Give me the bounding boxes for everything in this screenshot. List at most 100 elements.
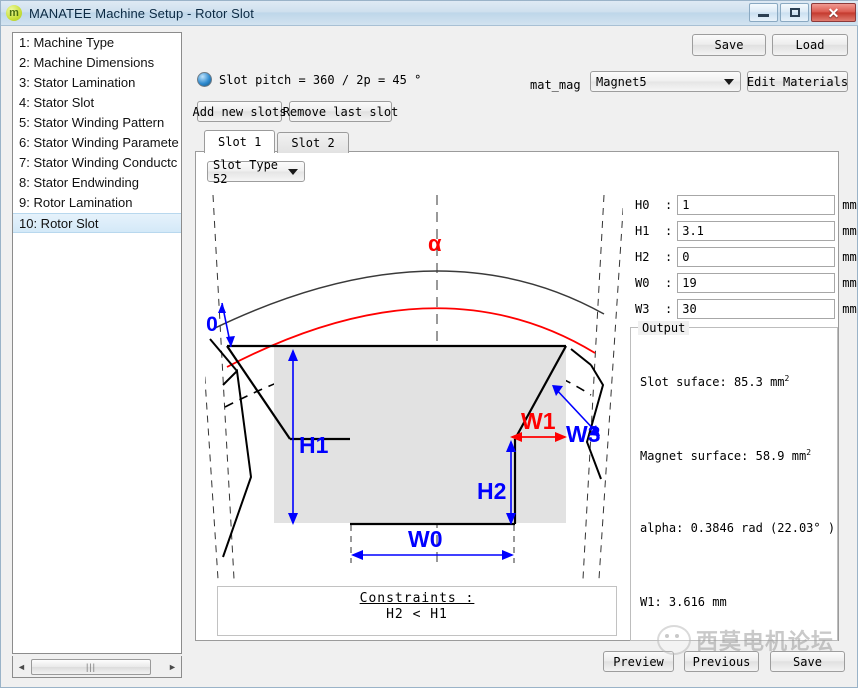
outer-bore-arc [212,270,605,330]
slot-pitch-row: Slot pitch = 360 / 2p = 45 ° [197,72,421,87]
field-w3-label: W3 [635,302,650,316]
field-h2: H2 : 0 mm [635,247,857,267]
field-w0-label: W0 [635,276,650,290]
dimension-w0: W0 [350,525,515,563]
app-icon: m [6,5,22,21]
slot-type-dropdown[interactable]: Slot Type 52 [207,158,305,186]
maximize-icon [789,8,800,17]
sidebar-item-machine-dimensions[interactable]: 2: Machine Dimensions [13,53,181,73]
scrollbar-thumb[interactable]: ||| [31,658,151,675]
title-bar: m MANATEE Machine Setup - Rotor Slot ✕ [1,1,858,26]
constraints-title: Constraints : [359,591,475,606]
sidebar-item-machine-type[interactable]: 1: Machine Type [13,33,181,53]
info-icon[interactable] [197,72,212,87]
output-magnet-surface-unit: mm [791,449,807,463]
field-w3-colon: : [665,302,673,316]
edit-materials-button[interactable]: Edit Materials [747,71,848,92]
scrollbar-track[interactable]: ||| [31,658,163,676]
adjacent-tooth-right [570,348,605,480]
close-icon: ✕ [827,4,840,21]
field-h0-unit: mm [842,198,857,212]
sidebar-item-stator-winding-parameters[interactable]: 6: Stator Winding Paramete [13,133,181,153]
sidebar-item-stator-slot[interactable]: 4: Stator Slot [13,93,181,113]
field-h0-label: H0 [635,198,650,212]
navigation-list[interactable]: 1: Machine Type 2: Machine Dimensions 3:… [12,32,182,654]
dimension-label-h2: H2 [477,478,506,504]
field-h1-input[interactable]: 3.1 [677,221,836,241]
constraints-box: Constraints : H2 < H1 [217,586,617,636]
sidebar-horizontal-scrollbar[interactable]: ◄ ||| ► [12,656,182,678]
output-magnet-surface-label: Magnet surface: [640,449,749,463]
output-slot-surface-value: 85.3 [733,375,763,389]
output-groupbox-title: Output [638,321,690,335]
output-magnet-surface: Magnet surface: 58.9 mm2 [640,448,811,463]
sidebar-item-rotor-lamination[interactable]: 9: Rotor Lamination [13,193,181,213]
output-magnet-surface-exponent: 2 [806,448,812,457]
sidebar-item-stator-endwinding[interactable]: 8: Stator Endwinding [13,173,181,193]
field-h0-input[interactable]: 1 [677,195,836,215]
add-new-slots-button[interactable]: Add new slots [193,101,286,122]
chevron-down-icon [724,78,734,85]
field-h1-unit: mm [842,224,857,238]
mat-mag-label: mat_mag : [530,78,596,92]
maximize-button[interactable] [780,3,809,22]
preview-button[interactable]: Preview [603,651,674,672]
mat-mag-dropdown[interactable]: Magnet5 [590,71,741,92]
scroll-left-arrow-icon[interactable]: ◄ [13,658,30,676]
output-slot-surface-label: Slot suface: [640,375,727,389]
minimize-icon [758,14,769,17]
tab-slot-1[interactable]: Slot 1 [204,130,276,153]
save-button-bottom[interactable]: Save [770,651,845,672]
sidebar-item-stator-lamination[interactable]: 3: Stator Lamination [13,73,181,93]
slot-type-value: Slot Type 52 [213,157,279,186]
output-alpha: alpha: 0.3846 rad (22.03° ) [640,521,836,535]
chevron-down-icon [288,168,298,175]
dimension-label-w0: W0 [408,526,443,552]
field-w0: W0 : 19 mm [635,273,857,293]
field-w0-unit: mm [842,276,857,290]
slot-pitch-text: Slot pitch = 360 / 2p = 45 ° [219,72,422,87]
field-h1-colon: : [665,224,673,238]
dimension-label-h1: H1 [299,432,329,458]
constraints-body: H2 < H1 [386,607,448,622]
sidebar-item-stator-winding-conductor[interactable]: 7: Stator Winding Conductc [13,153,181,173]
output-slot-surface-exponent: 2 [784,374,790,383]
dimension-label-alpha: α [428,231,442,256]
field-w3-unit: mm [842,302,857,316]
mat-mag-value: Magnet5 [596,74,647,89]
sidebar-item-rotor-slot[interactable]: 10: Rotor Slot [13,213,181,233]
field-h1: H1 : 3.1 mm [635,221,857,241]
output-slot-surface: Slot suface: 85.3 mm2 [640,374,789,389]
window-title: MANATEE Machine Setup - Rotor Slot [29,5,254,21]
dimension-label-h0: H0 [205,313,218,336]
tab-slot-2[interactable]: Slot 2 [277,132,349,153]
field-h0-colon: : [665,198,673,212]
remove-last-slot-button[interactable]: Remove last slot [283,101,398,122]
sidebar-item-stator-winding-pattern[interactable]: 5: Stator Winding Pattern [13,113,181,133]
field-w3-input[interactable]: 30 [677,299,836,319]
scroll-right-arrow-icon[interactable]: ► [164,658,181,676]
field-h2-input[interactable]: 0 [677,247,836,267]
dimension-label-w1: W1 [521,408,556,434]
slot-tabs: Slot 1 Slot 2 [204,130,349,153]
machine-setup-window: m MANATEE Machine Setup - Rotor Slot ✕ 1… [0,0,858,688]
field-w0-colon: : [665,276,673,290]
field-h2-colon: : [665,250,673,264]
close-button[interactable]: ✕ [811,3,856,22]
field-h2-label: H2 [635,250,650,264]
previous-button[interactable]: Previous [684,651,759,672]
field-h0: H0 : 1 mm [635,195,857,215]
field-h1-label: H1 [635,224,650,238]
slot-geometry-drawing: H0 α H1 H2 W1 [205,189,623,579]
window-controls: ✕ [749,3,856,22]
field-w3: W3 : 30 mm [635,299,857,319]
dimension-label-w3: W3 [566,421,601,447]
field-h2-unit: mm [842,250,857,264]
output-magnet-surface-value: 58.9 [755,449,785,463]
load-button-top[interactable]: Load [772,34,848,56]
slot-geometry-svg: H0 α H1 H2 W1 [205,194,623,579]
save-button-top[interactable]: Save [692,34,766,56]
field-w0-input[interactable]: 19 [677,273,836,293]
minimize-button[interactable] [749,3,778,22]
output-w1: W1: 3.616 mm [640,595,727,609]
